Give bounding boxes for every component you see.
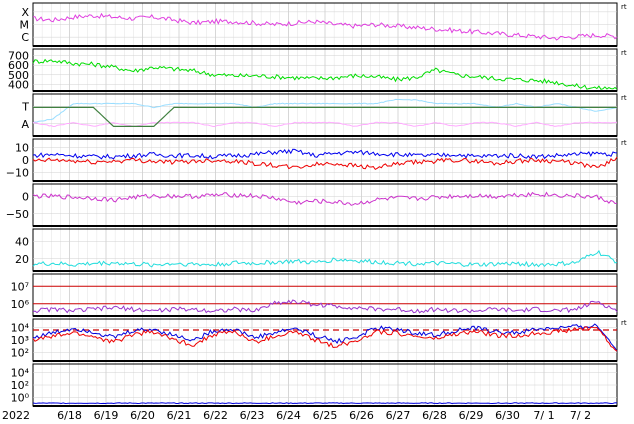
x-tick-label: 6/27 [386,409,411,422]
y-tick-label: 10⁷ [11,280,29,293]
x-tick-label: 6/26 [349,409,374,422]
y-tick-label: M [20,19,30,32]
y-tick-label: 10⁴ [11,367,30,380]
space-weather-chart: XMCrt700600500400rtTArt100−10rt0−5040201… [2,2,627,422]
panel-dst: 0−50 [6,183,618,227]
y-tick-label: 10⁰ [11,391,30,404]
x-tick-label: 6/25 [313,409,338,422]
x-tick-label: 6/24 [276,409,301,422]
y-tick-label: −10 [6,166,29,179]
panel-imf-direction: TArt [21,93,627,137]
y-tick-label: 10⁴ [11,322,30,335]
panel-proton-flux: 10⁴10³10² rt [11,318,627,362]
right-axis-label: rt [621,139,627,147]
axes: 6/18 6/19 6/20 6/21 6/22 6/23 6/24 6/25 6/26 6/27… [57,409,591,422]
y-tick-label: 10² [11,379,29,392]
y-tick-label: T [21,100,29,113]
x-tick-label: 6/20 [130,409,155,422]
y-tick-label: X [21,6,29,19]
x-tick-label: 6/19 [94,409,119,422]
y-tick-label: A [21,118,29,131]
y-tick-label: 40 [15,235,29,248]
panel-solar-wind: 700600500400rt [8,48,627,92]
series-line-proton-high-0 [32,402,618,405]
y-tick-label: 0 [22,190,29,203]
right-axis-label: rt [621,319,627,327]
y-tick-label: 10 [15,142,29,155]
y-tick-label: 400 [8,78,29,91]
right-axis-label: rt [621,94,627,102]
panel-proton-high: 10⁴10²10⁰ [11,363,618,407]
x-tick-label: 7/ 2 [570,409,591,422]
x-tick-label: 6/28 [422,409,447,422]
x-tick-label: 6/23 [240,409,265,422]
right-axis-label: rt [621,3,627,11]
x-tick-label: 7/ 1 [533,409,554,422]
x-tick-label: 6/22 [203,409,228,422]
y-tick-label: 10² [11,346,29,359]
grid-lines [32,3,618,406]
x-tick-label: 6/29 [459,409,484,422]
panel-imf-components: 100−10 rt [6,138,627,182]
y-tick-label: 20 [15,253,29,266]
y-tick-label: 0 [22,154,29,167]
x-tick-label: 6/18 [57,409,82,422]
right-axis-label: rt [621,49,627,57]
y-tick-label: C [21,31,29,44]
year-label: 2022 [2,409,30,422]
y-tick-label: −50 [6,208,29,221]
x-tick-label: 6/30 [495,409,520,422]
y-tick-label: 10⁶ [11,298,30,311]
x-tick-label: 6/21 [167,409,192,422]
panel-electron-flux: 10⁷10⁶ [11,273,618,317]
panel-xray: XMCrt [20,2,627,47]
chart-panels: XMCrt700600500400rtTArt100−10rt0−5040201… [6,2,627,407]
y-tick-label: 10³ [11,334,29,347]
